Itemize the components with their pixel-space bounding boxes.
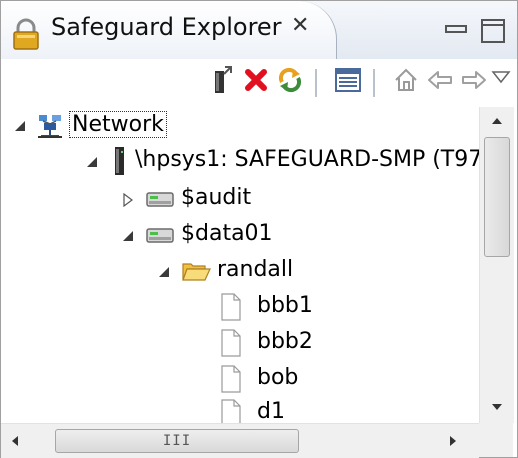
file-icon xyxy=(219,398,243,423)
tree-node-system[interactable]: \hpsys1: SAFEGUARD-SMP (T97 xyxy=(1,145,479,179)
minimize-button[interactable] xyxy=(445,25,467,33)
tree-node-volume-data[interactable]: $data01 xyxy=(1,219,471,253)
file-icon xyxy=(219,292,243,322)
safeguard-explorer-view: Safeguard Explorer ✕ Network \hpsys1: SA… xyxy=(0,0,518,458)
view-title: Safeguard Explorer xyxy=(51,13,282,41)
table-view-button[interactable] xyxy=(331,65,365,99)
expanded-twisty-icon[interactable] xyxy=(121,229,135,243)
tree-label-file: bbb1 xyxy=(257,293,313,318)
new-connection-icon xyxy=(209,65,235,99)
forward-button[interactable] xyxy=(457,65,491,99)
tree-node-volume-audit[interactable]: $audit xyxy=(1,183,471,217)
tree-node-file[interactable]: d1 xyxy=(1,397,471,423)
horizontal-scrollbar[interactable]: III xyxy=(1,423,479,458)
toolbar-separator xyxy=(315,69,317,97)
vertical-scroll-thumb[interactable] xyxy=(484,137,510,257)
tree-label-volume-audit: $audit xyxy=(181,185,252,210)
scroll-left-icon[interactable] xyxy=(3,429,27,453)
network-icon xyxy=(35,111,65,141)
scrollbar-corner xyxy=(479,423,513,457)
refresh-icon xyxy=(276,66,304,98)
scroll-down-icon[interactable] xyxy=(480,395,514,419)
disk-volume-icon xyxy=(145,187,175,211)
disconnect-icon xyxy=(243,67,269,97)
lock-icon xyxy=(11,18,41,54)
tree-node-folder-randall[interactable]: randall xyxy=(1,255,471,289)
horizontal-scroll-thumb[interactable]: III xyxy=(55,429,299,453)
open-folder-icon xyxy=(181,259,211,283)
tree-node-file[interactable]: bbb1 xyxy=(1,291,471,325)
tree-label-system: \hpsys1: SAFEGUARD-SMP (T97 xyxy=(135,147,479,172)
view-tab[interactable]: Safeguard Explorer ✕ xyxy=(1,1,337,59)
expanded-twisty-icon[interactable] xyxy=(13,119,27,133)
collapsed-twisty-icon[interactable] xyxy=(121,193,135,207)
vertical-scrollbar[interactable] xyxy=(479,107,514,423)
forward-icon xyxy=(460,68,488,96)
toolbar-separator xyxy=(373,69,375,97)
tree-label-folder: randall xyxy=(217,257,294,282)
home-button[interactable] xyxy=(389,65,423,99)
refresh-button[interactable] xyxy=(273,65,307,99)
scroll-up-icon[interactable] xyxy=(480,109,514,133)
back-button[interactable] xyxy=(423,65,457,99)
tree-label-volume-data: $data01 xyxy=(181,221,273,246)
close-icon[interactable]: ✕ xyxy=(291,13,309,38)
view-menu-icon xyxy=(491,69,511,88)
table-view-icon xyxy=(334,67,362,97)
view-menu-button[interactable] xyxy=(491,69,511,85)
tree-label-file: bob xyxy=(257,365,299,390)
tree-label-file: bbb2 xyxy=(257,329,313,354)
tree-label-network: Network xyxy=(69,111,167,138)
file-icon xyxy=(219,364,243,394)
maximize-button[interactable] xyxy=(481,19,505,43)
new-connection-button[interactable] xyxy=(205,65,239,99)
expanded-twisty-icon[interactable] xyxy=(85,155,99,169)
tree-node-file[interactable]: bob xyxy=(1,363,471,397)
explorer-tree: Network \hpsys1: SAFEGUARD-SMP (T97 $aud… xyxy=(1,107,479,423)
tree-node-file[interactable]: bbb2 xyxy=(1,327,471,361)
scroll-right-icon[interactable] xyxy=(441,429,465,453)
tree-label-file: d1 xyxy=(257,399,285,423)
disconnect-button[interactable] xyxy=(239,65,273,99)
scroll-grip: III xyxy=(162,433,192,449)
disk-volume-icon xyxy=(145,223,175,247)
server-icon xyxy=(111,145,129,177)
tree-node-network[interactable]: Network xyxy=(1,109,471,143)
back-icon xyxy=(426,68,454,96)
toolbar xyxy=(1,59,517,107)
view-header: Safeguard Explorer ✕ xyxy=(1,1,517,60)
file-icon xyxy=(219,328,243,358)
home-icon xyxy=(392,66,420,98)
expanded-twisty-icon[interactable] xyxy=(157,265,171,279)
